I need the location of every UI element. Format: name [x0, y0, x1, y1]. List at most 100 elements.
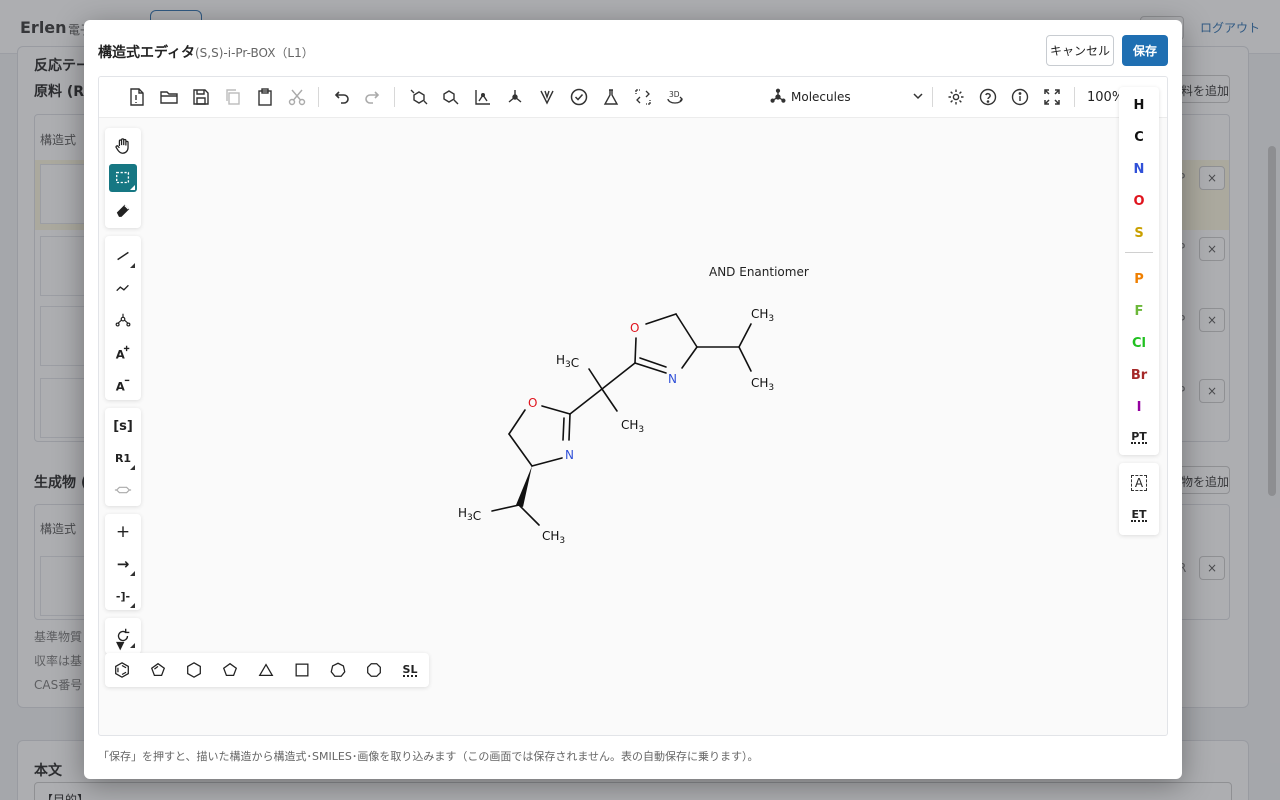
redo-icon[interactable] — [361, 85, 385, 109]
save-file-icon[interactable] — [189, 85, 213, 109]
functional-group-icon[interactable] — [109, 306, 137, 334]
template-transform-icon[interactable] — [631, 85, 655, 109]
bond[interactable] — [681, 346, 698, 369]
cyclopentadiene-icon[interactable] — [145, 657, 171, 683]
reaction-arrow-button[interactable]: → — [109, 550, 137, 578]
modal-title: 構造式エディタ — [98, 45, 196, 61]
info-icon[interactable] — [1008, 85, 1032, 109]
atom-methyl[interactable]: CH3 — [621, 418, 644, 435]
molecule-drawing[interactable]: O N CH3 CH3 H3C CH3 O N H3C CH3 — [99, 118, 1167, 735]
text-tool-label: A — [1130, 475, 1148, 491]
structure-editor-modal: 構造式エディタ (S,S)-i-Pr-BOX（L1） キャンセル 保存 3D M… — [84, 20, 1182, 779]
bond[interactable] — [508, 409, 526, 435]
3d-view-icon[interactable]: 3D — [663, 85, 687, 109]
template-toolbar: SL — [105, 653, 429, 687]
modal-subtitle: (S,S)-i-Pr-BOX（L1） — [195, 46, 314, 60]
bond[interactable] — [675, 313, 698, 348]
bond[interactable] — [738, 346, 752, 372]
new-file-icon[interactable] — [125, 85, 149, 109]
select-rectangle-icon[interactable] — [109, 164, 137, 192]
bond[interactable] — [518, 504, 540, 526]
text-tool-button[interactable]: A — [1123, 469, 1155, 497]
save-button[interactable]: 保存 — [1122, 35, 1168, 66]
sgroup-icon[interactable] — [109, 476, 137, 504]
cyclobutane-icon[interactable] — [289, 657, 315, 683]
cyclopropane-icon[interactable] — [253, 657, 279, 683]
aromatize-icon[interactable] — [471, 85, 495, 109]
settings-gear-icon[interactable] — [944, 85, 968, 109]
single-bond-icon[interactable] — [109, 242, 137, 270]
bond[interactable] — [531, 457, 563, 467]
atom-oxygen[interactable]: O — [630, 321, 639, 335]
atom-oxygen[interactable]: O — [528, 396, 537, 410]
element-divider — [1125, 252, 1153, 253]
open-folder-icon[interactable] — [157, 85, 181, 109]
charge-plus-icon[interactable]: A — [109, 338, 137, 366]
extended-table-button[interactable]: ET — [1123, 501, 1155, 529]
hand-tool-icon[interactable] — [109, 132, 137, 160]
expand-toolbar-button[interactable]: ▼ — [116, 639, 124, 652]
element-i-button[interactable]: I — [1123, 393, 1155, 421]
bond[interactable] — [569, 388, 603, 415]
bond[interactable] — [634, 337, 637, 364]
cyclohexane-icon[interactable] — [181, 657, 207, 683]
element-br-button[interactable]: Br — [1123, 361, 1155, 389]
element-h-button[interactable]: H — [1123, 91, 1155, 119]
cancel-button[interactable]: キャンセル — [1046, 35, 1114, 66]
element-n-button[interactable]: N — [1123, 155, 1155, 183]
bond[interactable] — [588, 368, 603, 390]
element-f-button[interactable]: F — [1123, 297, 1155, 325]
drawing-canvas[interactable]: AND Enantiomer O N CH3 CH3 H3C CH3 O N H… — [99, 118, 1167, 735]
bond[interactable] — [562, 417, 565, 441]
fullscreen-icon[interactable] — [1040, 85, 1064, 109]
atom-methyl[interactable]: CH3 — [751, 376, 774, 393]
arrow-label: → — [116, 555, 130, 573]
atom-methyl[interactable]: CH3 — [542, 529, 565, 546]
atom-nitrogen[interactable]: N — [565, 448, 574, 462]
structure-library-button[interactable]: SL — [397, 657, 423, 683]
periodic-table-button[interactable]: PT — [1123, 423, 1155, 451]
bond[interactable] — [601, 388, 618, 412]
wedge-bond[interactable] — [516, 466, 532, 507]
bond[interactable] — [491, 504, 520, 512]
atom-methyl[interactable]: H3C — [458, 506, 481, 523]
cut-icon[interactable] — [285, 85, 309, 109]
bond[interactable] — [601, 362, 636, 390]
bond[interactable] — [541, 405, 571, 415]
atom-methyl[interactable]: H3C — [556, 353, 579, 370]
stereo-icon[interactable] — [535, 85, 559, 109]
cyclooctane-icon[interactable] — [361, 657, 387, 683]
chain-tool-icon[interactable] — [109, 274, 137, 302]
charge-minus-icon[interactable]: A — [109, 370, 137, 398]
check-structure-icon[interactable] — [567, 85, 591, 109]
bond[interactable] — [738, 323, 752, 348]
cycloheptane-icon[interactable] — [325, 657, 351, 683]
element-s-button[interactable]: S — [1123, 219, 1155, 247]
cyclopentane-icon[interactable] — [217, 657, 243, 683]
bond[interactable] — [568, 413, 571, 441]
flask-icon[interactable] — [599, 85, 623, 109]
stereo-label-button[interactable]: [s] — [109, 412, 137, 440]
eraser-icon[interactable] — [109, 196, 137, 224]
benzene-icon[interactable] — [109, 657, 135, 683]
bond[interactable] — [508, 433, 533, 467]
bracket-button[interactable]: -]- — [109, 582, 137, 610]
bond[interactable] — [634, 362, 667, 374]
undo-icon[interactable] — [329, 85, 353, 109]
calculate-cip-icon[interactable] — [503, 85, 527, 109]
element-p-button[interactable]: P — [1123, 265, 1155, 293]
copy-icon[interactable] — [221, 85, 245, 109]
clean-up-icon[interactable] — [439, 85, 463, 109]
paste-icon[interactable] — [253, 85, 277, 109]
element-o-button[interactable]: O — [1123, 187, 1155, 215]
mode-dropdown[interactable]: Molecules — [769, 85, 925, 109]
bond[interactable] — [645, 313, 677, 325]
atom-nitrogen[interactable]: N — [668, 372, 677, 386]
rgroup-button[interactable]: R1 — [109, 444, 137, 472]
layout-icon[interactable] — [407, 85, 431, 109]
element-cl-button[interactable]: Cl — [1123, 329, 1155, 357]
element-c-button[interactable]: C — [1123, 123, 1155, 151]
help-icon[interactable] — [976, 85, 1000, 109]
atom-methyl[interactable]: CH3 — [751, 307, 774, 324]
plus-button[interactable]: + — [109, 518, 137, 546]
